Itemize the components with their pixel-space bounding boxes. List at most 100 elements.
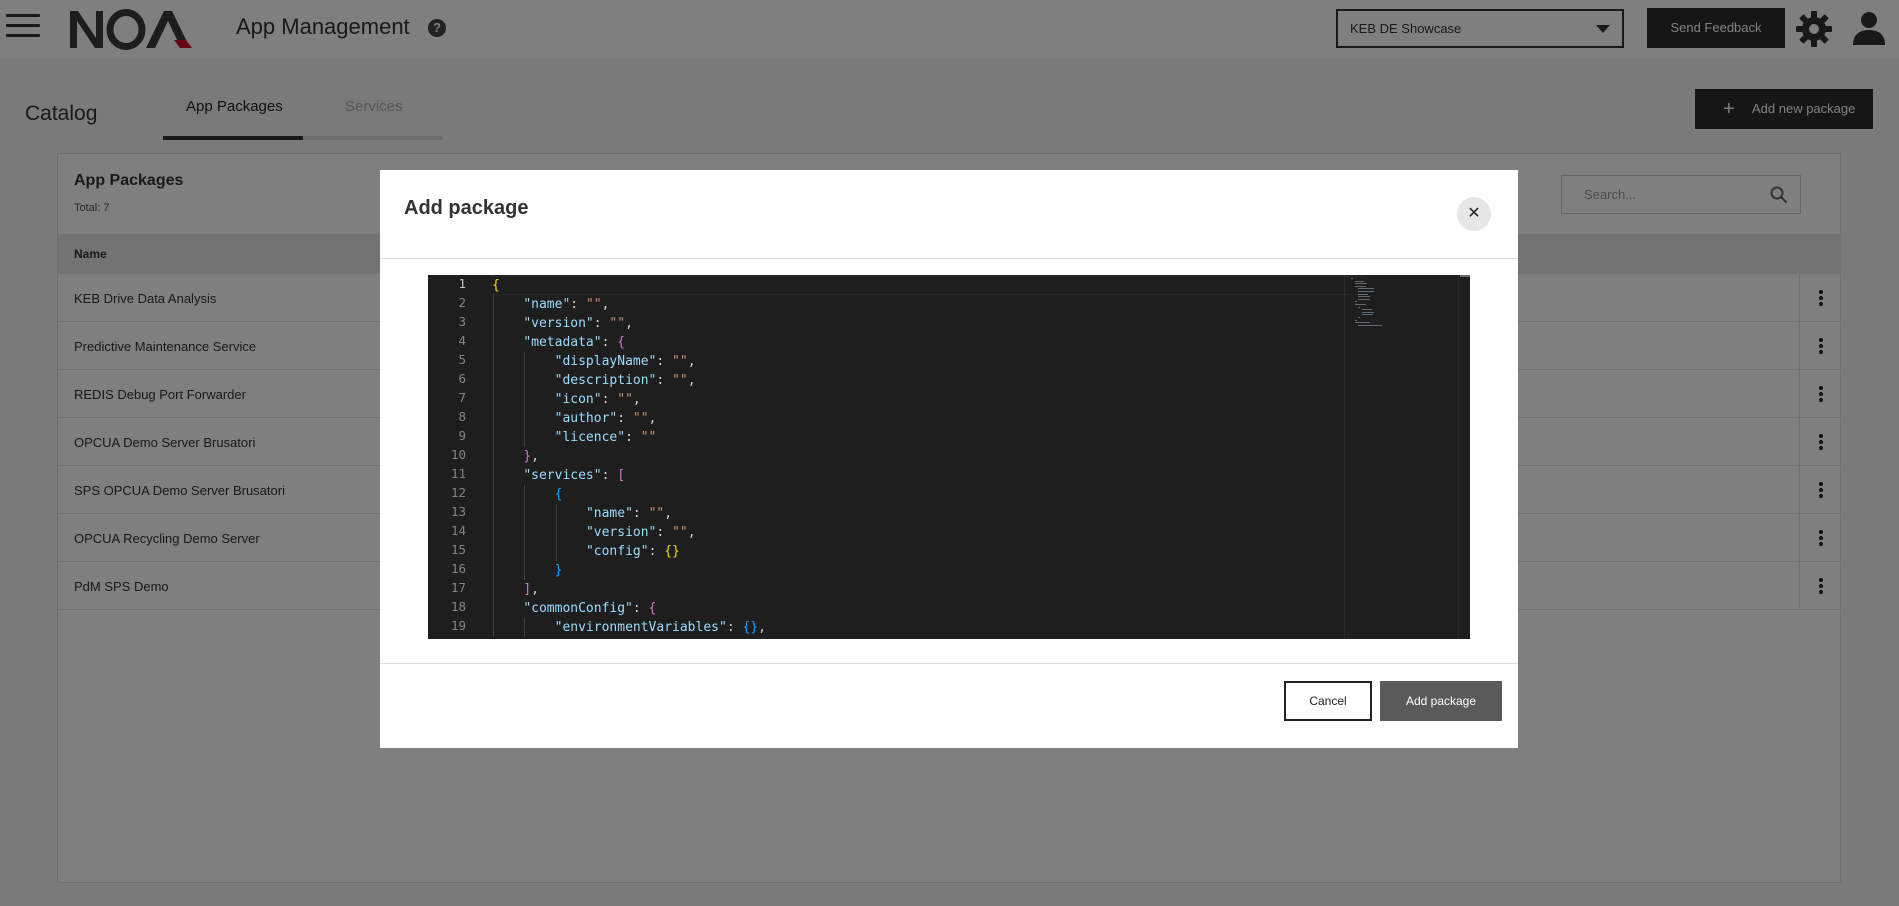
indent-guide [524,409,526,428]
line-number: 3 [458,314,466,329]
indent-guide [493,371,494,390]
code-line: "config": {} [585,544,680,559]
indent-guide [555,504,557,523]
dialog-header-divider [380,258,1518,259]
minimap-line [1354,280,1365,282]
code-line: "environmentVariables": {}, [554,620,766,635]
indent-guide [493,561,494,580]
line-number: 14 [450,523,466,538]
indent-guide [493,466,494,485]
minimap-line [1358,306,1361,308]
add-package-dialog: Add package ✕ 1 2 3 4 5 6 7 8 9 10 11 12… [380,170,1518,748]
dialog-footer-divider [380,663,1518,664]
minimap-line [1358,317,1361,318]
minimap-line [1354,319,1357,321]
line-number-gutter: 1 2 3 4 5 6 7 8 9 10 11 12 13 14 15 16 1… [428,275,474,639]
indent-guide [524,504,526,523]
minimap-line [1358,293,1369,295]
code-line: "metadata": { [523,335,626,350]
minimap-line [1354,322,1370,324]
indent-guide [493,618,494,637]
minimap-line [1358,291,1375,292]
code-line: ], [523,582,539,597]
dialog-title: Add package [404,197,529,219]
indent-guide [493,599,494,618]
indent-guide [493,390,494,409]
minimap-line [1351,278,1353,279]
code-line: "commonConfig": { [523,601,657,616]
indent-guide [493,485,494,504]
code-line: "version": "", [585,525,696,540]
indent-guide [524,371,526,390]
cancel-button[interactable]: Cancel [1284,681,1372,721]
code-line: "name": "", [523,297,610,312]
line-number: 9 [458,428,466,443]
minimap-line [1354,283,1368,285]
minimap-line [1354,301,1357,303]
line-number: 10 [450,447,466,462]
indent-guide [524,428,526,447]
minimap-line [1358,324,1383,326]
indent-guide [524,523,526,542]
minimap-line [1354,304,1367,305]
line-number: 1 [458,276,466,291]
indent-guide [524,542,526,561]
code-line: "author": "", [554,411,657,426]
line-number: 13 [450,504,466,519]
indent-guide [493,504,494,523]
code-line: "displayName": "", [554,354,696,369]
indent-guide [493,352,494,371]
line-number: 15 [450,542,466,557]
line-number: 8 [458,409,466,424]
code-line: "services": [ [523,468,626,483]
line-number: 5 [458,352,466,367]
minimap-line [1358,296,1370,298]
minimap-line [1354,285,1367,287]
indent-guide [524,561,526,580]
indent-guide [493,523,494,542]
minimap-line [1361,311,1375,313]
line-number: 2 [458,295,466,310]
indent-guide [493,295,494,314]
code-line: }, [523,449,539,464]
line-number: 16 [450,561,466,576]
line-number: 6 [458,371,466,386]
code-line: "licence": "" [554,430,657,445]
indent-guide [524,618,526,637]
code-line: "name": "", [585,506,673,521]
indent-guide [493,447,494,466]
json-code-editor[interactable]: 1 2 3 4 5 6 7 8 9 10 11 12 13 14 15 16 1… [428,275,1470,639]
code-line: "version": "", [523,316,633,331]
editor-minimap[interactable] [1344,275,1460,639]
line-number: 19 [450,618,466,633]
code-line: { [492,278,500,293]
line-number: 18 [450,599,466,614]
indent-guide [493,428,494,447]
indent-guide [555,542,557,561]
line-number: 4 [458,333,466,348]
code-area[interactable]: { "name": "", "version": "", "metadata":… [492,275,1392,639]
indent-guide [555,523,557,542]
code-line: } [554,563,563,578]
indent-guide [524,485,526,504]
line-number: 17 [450,580,466,595]
code-line: "icon": "", [554,392,641,407]
minimap-line [1358,288,1375,290]
minimap-line [1361,309,1372,311]
indent-guide [493,580,494,599]
line-number: 7 [458,390,466,405]
indent-guide [493,542,494,561]
add-package-button[interactable]: Add package [1380,681,1502,721]
editor-scrollbar[interactable] [1458,275,1470,639]
code-line: "description": "", [554,373,696,388]
minimap-line [1358,298,1370,300]
indent-guide [524,352,526,371]
indent-guide [493,409,494,428]
minimap-line [1361,314,1373,316]
indent-guide [493,314,494,333]
line-number: 12 [450,485,466,500]
code-line: { [554,487,563,502]
indent-guide [524,390,526,409]
close-icon[interactable]: ✕ [1457,197,1491,231]
line-number: 11 [450,466,466,481]
